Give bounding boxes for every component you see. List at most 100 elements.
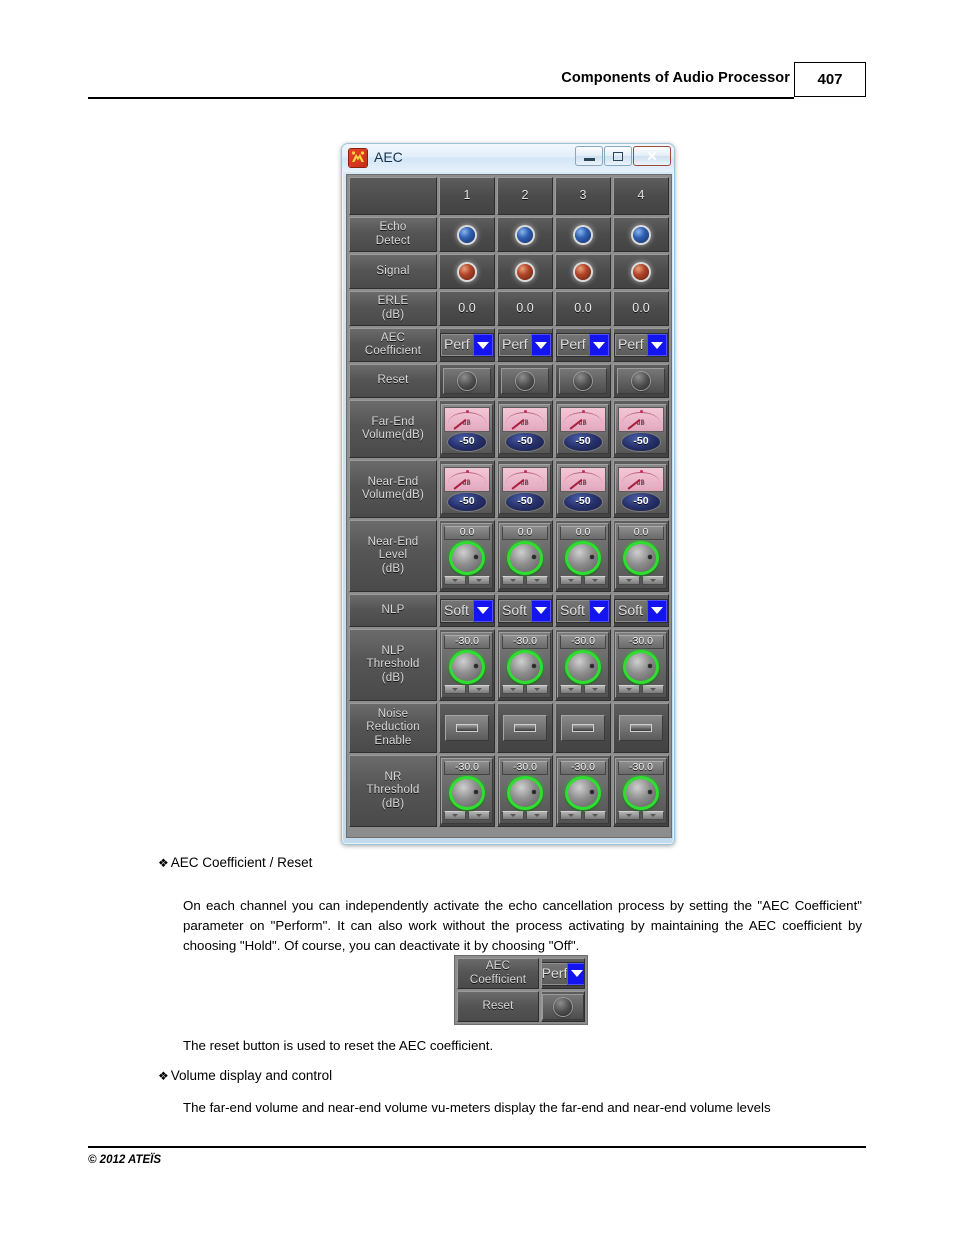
cell-r8-c4[interactable]: Soft: [613, 594, 669, 627]
cell-r9-c3[interactable]: -30.0: [555, 629, 611, 701]
select-r3-c3[interactable]: Perf: [556, 333, 610, 357]
knob-increment-button[interactable]: [584, 811, 606, 820]
knob-increment-button[interactable]: [526, 576, 548, 585]
cell-r11-c3[interactable]: -30.0: [555, 755, 611, 827]
knob-control-r7-c2[interactable]: 0.0: [499, 523, 551, 589]
cell-r6-c2[interactable]: dB -50: [497, 460, 553, 518]
rotary-knob-icon[interactable]: [507, 541, 543, 575]
cell-r7-c3[interactable]: 0.0: [555, 520, 611, 592]
rotary-knob-icon[interactable]: [623, 541, 659, 575]
select-r8-c1[interactable]: Soft: [440, 598, 494, 623]
rotary-knob-icon[interactable]: [449, 541, 485, 575]
knob-decrement-button[interactable]: [444, 811, 466, 820]
reset-button-c3[interactable]: [559, 368, 607, 394]
select-r8-c4[interactable]: Soft: [614, 598, 668, 623]
cell-r9-c1[interactable]: -30.0: [439, 629, 495, 701]
knob-control-r11-c4[interactable]: -30.0: [615, 758, 667, 824]
knob-stepper-buttons[interactable]: [444, 576, 490, 585]
cell-r6-c1[interactable]: dB -50: [439, 460, 495, 518]
vu-meter-r6-c3[interactable]: dB -50: [557, 464, 609, 514]
knob-stepper-buttons[interactable]: [560, 576, 606, 585]
select-r8-c2[interactable]: Soft: [498, 598, 552, 623]
knob-control-r9-c1[interactable]: -30.0: [441, 632, 493, 698]
cell-r1-c4[interactable]: [613, 254, 669, 289]
cell-r0-c3[interactable]: [555, 217, 611, 252]
knob-increment-button[interactable]: [468, 811, 490, 820]
knob-stepper-buttons[interactable]: [618, 685, 664, 694]
minimize-button[interactable]: [575, 146, 603, 166]
cell-r4-c3[interactable]: [555, 364, 611, 398]
knob-decrement-button[interactable]: [618, 811, 640, 820]
inset-aec-coefficient-select[interactable]: Perf: [542, 961, 584, 986]
knob-stepper-buttons[interactable]: [560, 685, 606, 694]
chevron-down-icon[interactable]: [531, 599, 551, 622]
cell-r5-c1[interactable]: dB -50: [439, 400, 495, 458]
chevron-down-icon[interactable]: [567, 962, 584, 985]
knob-increment-button[interactable]: [642, 576, 664, 585]
knob-increment-button[interactable]: [642, 811, 664, 820]
rotary-knob-icon[interactable]: [565, 776, 601, 810]
vu-meter-r6-c1[interactable]: dB -50: [441, 464, 493, 514]
cell-r4-c1[interactable]: [439, 364, 495, 398]
chevron-down-icon[interactable]: [531, 334, 551, 356]
knob-decrement-button[interactable]: [618, 685, 640, 694]
knob-decrement-button[interactable]: [502, 685, 524, 694]
vu-meter-r5-c3[interactable]: dB -50: [557, 404, 609, 454]
knob-decrement-button[interactable]: [444, 685, 466, 694]
chevron-down-icon[interactable]: [589, 599, 609, 622]
knob-decrement-button[interactable]: [560, 811, 582, 820]
vu-meter-r5-c1[interactable]: dB -50: [441, 404, 493, 454]
noise-reduction-toggle-c2[interactable]: [503, 715, 547, 741]
knob-control-r9-c4[interactable]: -30.0: [615, 632, 667, 698]
cell-r11-c2[interactable]: -30.0: [497, 755, 553, 827]
rotary-knob-icon[interactable]: [507, 650, 543, 684]
cell-r1-c2[interactable]: [497, 254, 553, 289]
knob-control-r9-c2[interactable]: -30.0: [499, 632, 551, 698]
knob-control-r7-c4[interactable]: 0.0: [615, 523, 667, 589]
knob-increment-button[interactable]: [526, 685, 548, 694]
cell-r11-c4[interactable]: -30.0: [613, 755, 669, 827]
chevron-down-icon[interactable]: [589, 334, 609, 356]
vu-meter-r5-c2[interactable]: dB -50: [499, 404, 551, 454]
noise-reduction-toggle-c4[interactable]: [619, 715, 663, 741]
rotary-knob-icon[interactable]: [507, 776, 543, 810]
cell-r0-c4[interactable]: [613, 217, 669, 252]
knob-decrement-button[interactable]: [560, 576, 582, 585]
chevron-down-icon[interactable]: [473, 334, 493, 356]
cell-r8-c3[interactable]: Soft: [555, 594, 611, 627]
cell-r7-c2[interactable]: 0.0: [497, 520, 553, 592]
cell-r5-c4[interactable]: dB -50: [613, 400, 669, 458]
knob-increment-button[interactable]: [468, 576, 490, 585]
rotary-knob-icon[interactable]: [449, 650, 485, 684]
knob-stepper-buttons[interactable]: [444, 685, 490, 694]
cell-r4-c4[interactable]: [613, 364, 669, 398]
knob-control-r11-c1[interactable]: -30.0: [441, 758, 493, 824]
cell-r3-c4[interactable]: Perf: [613, 328, 669, 362]
select-r3-c1[interactable]: Perf: [440, 333, 494, 357]
maximize-button[interactable]: [604, 146, 632, 166]
knob-control-r9-c3[interactable]: -30.0: [557, 632, 609, 698]
reset-button-c4[interactable]: [617, 368, 665, 394]
knob-control-r7-c3[interactable]: 0.0: [557, 523, 609, 589]
knob-increment-button[interactable]: [584, 576, 606, 585]
chevron-down-icon[interactable]: [473, 599, 493, 622]
knob-decrement-button[interactable]: [560, 685, 582, 694]
noise-reduction-toggle-c3[interactable]: [561, 715, 605, 741]
knob-stepper-buttons[interactable]: [502, 685, 548, 694]
knob-increment-button[interactable]: [526, 811, 548, 820]
cell-r1-c1[interactable]: [439, 254, 495, 289]
knob-control-r11-c3[interactable]: -30.0: [557, 758, 609, 824]
cell-r8-c2[interactable]: Soft: [497, 594, 553, 627]
knob-stepper-buttons[interactable]: [502, 811, 548, 820]
rotary-knob-icon[interactable]: [449, 776, 485, 810]
cell-r3-c1[interactable]: Perf: [439, 328, 495, 362]
select-r3-c4[interactable]: Perf: [614, 333, 668, 357]
rotary-knob-icon[interactable]: [565, 650, 601, 684]
cell-r9-c4[interactable]: -30.0: [613, 629, 669, 701]
rotary-knob-icon[interactable]: [623, 776, 659, 810]
reset-button-c2[interactable]: [501, 368, 549, 394]
cell-r10-c1[interactable]: [439, 703, 495, 753]
knob-decrement-button[interactable]: [618, 576, 640, 585]
cell-r8-c1[interactable]: Soft: [439, 594, 495, 627]
cell-r5-c2[interactable]: dB -50: [497, 400, 553, 458]
